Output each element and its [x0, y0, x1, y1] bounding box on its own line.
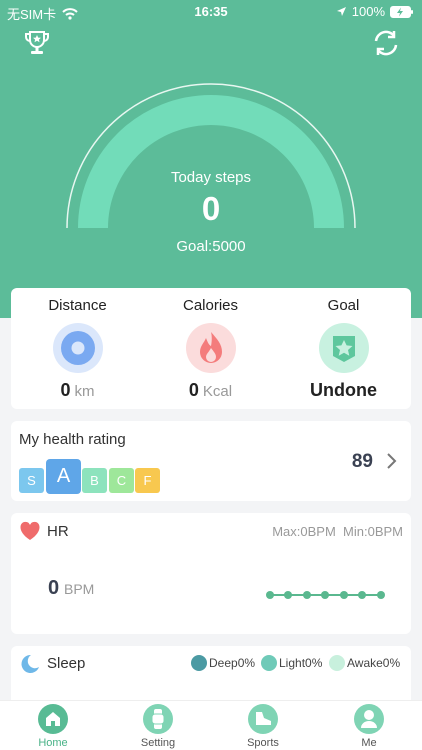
- distance-value: 0: [60, 380, 71, 400]
- hr-unit: BPM: [64, 581, 95, 597]
- steps-value: 0: [201, 190, 221, 227]
- watch-icon: [143, 704, 173, 734]
- moon-icon: [21, 654, 39, 673]
- steps-goal: Goal:5000: [176, 238, 246, 255]
- location-icon: [52, 323, 103, 373]
- tab-me[interactable]: Me: [329, 704, 409, 749]
- distance-title: Distance: [48, 297, 107, 314]
- hr-value: 0: [48, 577, 60, 599]
- chevron-right-icon[interactable]: [385, 452, 397, 470]
- grade-c: C: [109, 468, 134, 493]
- distance-stat: Distance 0 km: [11, 288, 144, 401]
- health-rating-card[interactable]: My health rating S A B C F 89: [11, 421, 411, 501]
- tab-bar: Home Setting Sports Me: [0, 700, 422, 750]
- tab-sports[interactable]: Sports: [223, 704, 303, 749]
- hr-max-min: Max:0BPM Min:0BPM: [272, 524, 403, 539]
- steps-gauge: [66, 83, 356, 229]
- home-icon: [38, 704, 68, 734]
- daily-stats-card: Distance 0 km Calories 0 Kcal Goal Undon…: [11, 288, 411, 409]
- grade-b: B: [82, 468, 107, 493]
- steps-label: Today steps: [170, 169, 252, 186]
- calories-title: Calories: [182, 297, 239, 314]
- calories-stat: Calories 0 Kcal: [144, 288, 277, 401]
- star-badge-icon: [318, 323, 369, 373]
- sleep-legend-deep: Deep0%: [191, 655, 255, 671]
- heart-rate-card[interactable]: HR Max:0BPM Min:0BPM 0 BPM: [11, 513, 411, 634]
- sleep-legend-light: Light0%: [261, 655, 322, 671]
- grade-a-selected: A: [46, 459, 81, 494]
- sleep-title: Sleep: [47, 655, 86, 672]
- person-icon: [354, 704, 384, 734]
- grade-s: S: [19, 468, 44, 493]
- flame-icon: [185, 323, 236, 373]
- status-bar: 无SIM卡 16:35 100%: [0, 0, 422, 22]
- hr-trend-line: [266, 591, 385, 599]
- sleep-legend-awake: Awake0%: [329, 655, 400, 671]
- goal-stat: Goal Undone: [277, 288, 410, 401]
- hr-max: Max:0BPM: [272, 524, 336, 539]
- hero-header: Today steps 0 Goal:5000: [0, 0, 422, 318]
- location-arrow-icon: [336, 7, 346, 16]
- goal-value: Undone: [310, 380, 377, 400]
- hr-title: HR: [47, 523, 69, 540]
- grade-f: F: [135, 468, 160, 493]
- calories-unit: Kcal: [202, 383, 233, 400]
- battery-charging-icon: [390, 5, 413, 18]
- health-rating-title: My health rating: [19, 431, 126, 448]
- health-rating-score: 89: [351, 451, 373, 472]
- sync-icon[interactable]: [371, 28, 401, 58]
- distance-unit: km: [74, 383, 95, 400]
- hr-min: Min:0BPM: [343, 524, 403, 539]
- heart-icon: [20, 521, 40, 540]
- battery-percent: 100%: [351, 4, 385, 19]
- trophy-icon[interactable]: [22, 28, 52, 58]
- calories-value: 0: [188, 380, 199, 400]
- tab-home[interactable]: Home: [13, 704, 93, 749]
- goal-title: Goal: [327, 297, 360, 314]
- tab-setting[interactable]: Setting: [118, 704, 198, 749]
- shoe-icon: [248, 704, 278, 734]
- sleep-card[interactable]: Sleep Deep0% Light0% Awake0%: [11, 646, 411, 706]
